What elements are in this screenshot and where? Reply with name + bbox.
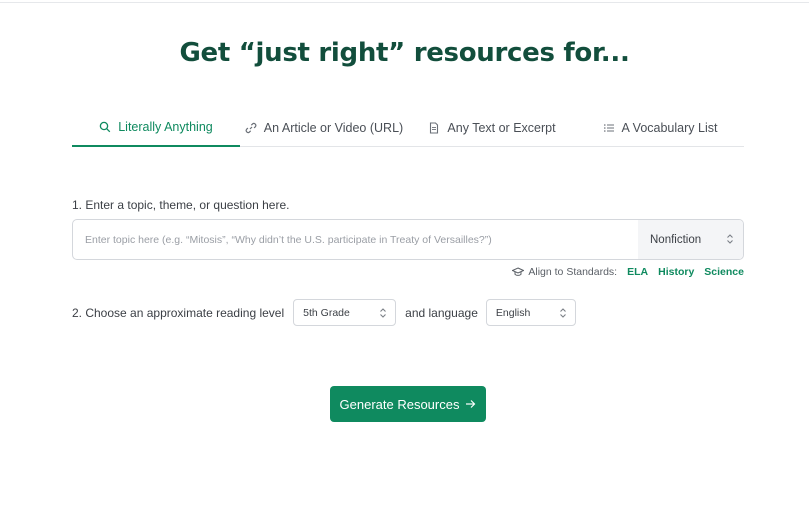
language-value: English — [495, 306, 531, 319]
arrow-right-icon — [466, 400, 476, 408]
tab-vocabulary-list[interactable]: A Vocabulary List — [576, 108, 744, 147]
standards-label: Align to Standards: — [528, 266, 618, 278]
list-icon — [603, 122, 615, 134]
standards-row: Align to Standards: ELA History Science — [512, 266, 744, 278]
page-title: Get “just right” resources for... — [179, 38, 630, 68]
top-divider — [0, 0, 809, 3]
document-icon — [428, 121, 440, 134]
tab-label: An Article or Video (URL) — [263, 120, 404, 135]
tab-text-or-excerpt[interactable]: Any Text or Excerpt — [408, 108, 576, 147]
chevron-up-down-icon — [560, 308, 566, 318]
topic-label: 1. Enter a topic, theme, or question her… — [72, 198, 290, 212]
tab-article-or-video[interactable]: An Article or Video (URL) — [240, 108, 408, 147]
reading-level-label: 2. Choose an approximate reading level — [72, 305, 285, 320]
genre-value: Nonfiction — [650, 233, 702, 246]
topic-input[interactable] — [73, 220, 639, 259]
tab-label: A Vocabulary List — [621, 120, 718, 135]
tab-label: Literally Anything — [118, 119, 213, 134]
topic-field-group: Nonfiction — [72, 219, 744, 260]
tab-literally-anything[interactable]: Literally Anything — [72, 108, 240, 147]
chevron-up-down-icon — [380, 308, 387, 318]
standard-link-history[interactable]: History — [658, 266, 694, 278]
generate-label: Generate Resources — [339, 396, 460, 412]
reading-level-row: 2. Choose an approximate reading level 5… — [72, 299, 576, 326]
standard-link-science[interactable]: Science — [704, 266, 744, 278]
language-label: and language — [405, 305, 478, 320]
reading-level-select[interactable]: 5th Grade — [293, 299, 397, 326]
reading-level-value: 5th Grade — [303, 306, 350, 319]
tab-label: Any Text or Excerpt — [447, 120, 556, 135]
link-icon — [245, 122, 257, 134]
standard-link-ela[interactable]: ELA — [627, 266, 648, 278]
generate-resources-button[interactable]: Generate Resources — [330, 386, 486, 422]
genre-select[interactable]: Nonfiction — [638, 220, 743, 259]
language-select[interactable]: English — [485, 299, 576, 326]
graduation-cap-icon — [512, 267, 525, 276]
standards-label-group: Align to Standards: — [512, 266, 617, 278]
search-icon — [99, 121, 111, 133]
chevron-up-down-icon — [727, 234, 733, 244]
source-tabs: Literally Anything An Article or Video (… — [72, 108, 744, 147]
